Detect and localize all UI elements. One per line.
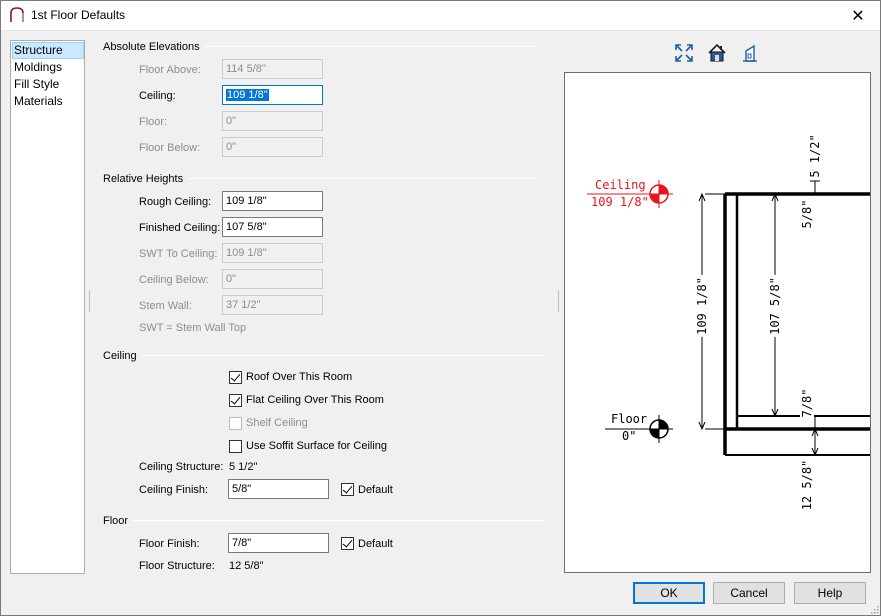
soffit-surface-checkbox[interactable] [229, 440, 242, 453]
wall-section-drawing [705, 192, 870, 456]
floor-structure-value: 12 5/8" [229, 560, 264, 572]
house-view-button[interactable] [705, 41, 729, 65]
ceiling-label: Ceiling: [139, 90, 176, 102]
app-logo-icon [10, 7, 24, 22]
roof-over-room-label[interactable]: Roof Over This Room [246, 371, 352, 383]
resize-grip-icon[interactable] [869, 604, 879, 614]
stem-wall-label: Stem Wall: [139, 300, 192, 312]
preview-ceiling-value: 109 1/8" [591, 195, 649, 209]
right-splitter[interactable] [557, 290, 560, 312]
divider [140, 355, 545, 356]
floor-finish-label: Floor Finish: [139, 538, 200, 550]
relative-heights-title: Relative Heights [103, 173, 184, 185]
floor-above-label: Floor Above: [139, 64, 201, 76]
preview-floor-value: 0" [622, 429, 637, 443]
fill-window-icon [675, 44, 693, 62]
close-button[interactable]: ✕ [835, 0, 881, 31]
flat-ceiling-checkbox[interactable] [229, 394, 242, 407]
dim-ceiling-structure: 5 1/2" [808, 134, 822, 178]
section-preview: Ceiling 109 1/8" Floor 0" 5 1/2" 5/8" 10… [564, 72, 871, 573]
dim-floor-structure: 12 5/8" [800, 459, 814, 511]
swt-to-ceiling-field: 109 1/8" [222, 243, 323, 263]
floor-structure-label: Floor Structure: [139, 560, 215, 572]
ceiling-finish-default-label[interactable]: Default [358, 484, 393, 496]
ok-button[interactable]: OK [633, 582, 705, 604]
preview-ceiling-label: Ceiling [595, 178, 646, 192]
floor-below-label: Floor Below: [139, 142, 201, 154]
roof-over-room-checkbox[interactable] [229, 371, 242, 384]
nav-item-fill-style[interactable]: Fill Style [12, 76, 84, 93]
ceiling-finish-label: Ceiling Finish: [139, 484, 209, 496]
floor-above-field: 114 5/8" [222, 59, 323, 79]
absolute-elevations-title: Absolute Elevations [103, 41, 200, 53]
help-button[interactable]: Help [794, 582, 866, 604]
rough-ceiling-field[interactable]: 109 1/8" [222, 191, 323, 211]
ceiling-marker [645, 180, 673, 208]
fill-window-button[interactable] [672, 41, 696, 65]
dim-rough-ceiling: 109 1/8" [695, 275, 709, 337]
floor-finish-field[interactable]: 7/8" [228, 533, 329, 553]
divider [133, 520, 545, 521]
nav-item-materials[interactable]: Materials [12, 93, 84, 110]
stem-wall-field: 37 1/2" [222, 295, 323, 315]
floor-finish-default-label[interactable]: Default [358, 538, 393, 550]
close-icon: ✕ [851, 7, 865, 25]
floor-marker [645, 415, 673, 443]
section-view-icon [743, 44, 757, 62]
flat-ceiling-label[interactable]: Flat Ceiling Over This Room [246, 394, 384, 406]
preview-floor-label: Floor [611, 412, 648, 426]
swt-note: SWT = Stem Wall Top [139, 322, 247, 334]
title-bar: 1st Floor Defaults ✕ [0, 0, 881, 31]
dim-ceiling-finish: 5/8" [800, 199, 814, 229]
ceiling-section-title: Ceiling [103, 350, 137, 362]
floor-label: Floor: [139, 116, 168, 128]
ceiling-structure-label: Ceiling Structure: [139, 461, 224, 473]
ceiling-elevation-field[interactable]: 109 1/8" [222, 85, 323, 105]
rough-ceiling-label: Rough Ceiling: [139, 196, 212, 208]
ceiling-elevation-value: 109 1/8" [226, 89, 269, 101]
dim-floor-finish: 7/8" [800, 388, 814, 418]
window-title: 1st Floor Defaults [31, 8, 126, 22]
floor-finish-default-checkbox[interactable] [341, 537, 354, 550]
swt-to-ceiling-label: SWT To Ceiling: [139, 248, 218, 260]
floor-section-title: Floor [103, 515, 129, 527]
nav-item-moldings[interactable]: Moldings [12, 59, 84, 76]
section-view-button[interactable] [738, 41, 762, 65]
ceiling-finish-default-checkbox[interactable] [341, 483, 354, 496]
house-view-icon [708, 43, 726, 62]
ceiling-below-field: 0" [222, 269, 323, 289]
finished-ceiling-label: Finished Ceiling: [139, 222, 221, 234]
floor-below-field: 0" [222, 137, 323, 157]
soffit-surface-label[interactable]: Use Soffit Surface for Ceiling [246, 440, 387, 452]
nav-item-structure[interactable]: Structure [12, 42, 84, 59]
floor-elevation-field: 0" [222, 111, 323, 131]
ceiling-structure-value: 5 1/2" [229, 461, 258, 473]
cancel-button[interactable]: Cancel [713, 582, 785, 604]
divider [204, 46, 536, 47]
shelf-ceiling-label: Shelf Ceiling [246, 417, 308, 429]
left-splitter[interactable] [88, 290, 91, 312]
shelf-ceiling-checkbox [229, 417, 242, 430]
divider [188, 178, 536, 179]
ceiling-below-label: Ceiling Below: [139, 274, 209, 286]
finished-ceiling-field[interactable]: 107 5/8" [222, 217, 323, 237]
dim-finished-ceiling: 107 5/8" [768, 275, 782, 337]
ceiling-finish-field[interactable]: 5/8" [228, 479, 329, 499]
category-list[interactable]: Structure Moldings Fill Style Materials [10, 40, 85, 574]
